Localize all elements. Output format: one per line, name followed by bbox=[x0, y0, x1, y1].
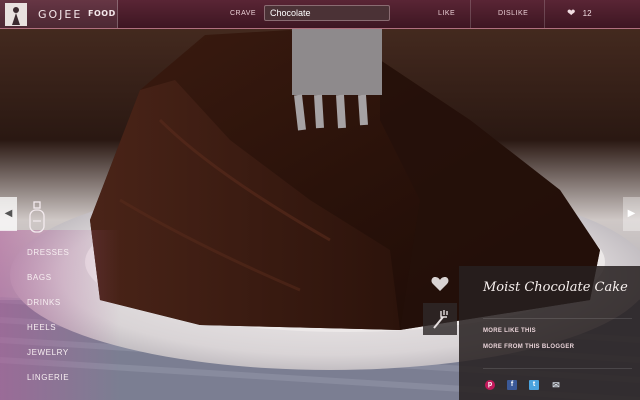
chevron-right-icon: ▶ bbox=[627, 208, 636, 219]
panel-title: Moist Chocolate Cake bbox=[483, 280, 628, 295]
category-drinks[interactable]: DRINKS bbox=[27, 298, 61, 307]
brand-section: FOOD bbox=[88, 9, 116, 18]
twitter-icon[interactable]: t bbox=[529, 380, 539, 390]
category-heels[interactable]: HEELS bbox=[27, 323, 56, 332]
top-bar: GOJEE FOOD CRAVE Chocolate LIKE DISLIKE … bbox=[0, 0, 640, 29]
category-jewelry[interactable]: JEWELRY bbox=[27, 348, 69, 357]
chevron-left-icon: ◀ bbox=[4, 208, 13, 219]
info-panel: Moist Chocolate Cake MORE LIKE THIS MORE… bbox=[459, 266, 640, 400]
brand-name: GOJEE bbox=[38, 8, 83, 21]
category-bags[interactable]: BAGS bbox=[27, 273, 52, 282]
crave-search-input[interactable]: Chocolate bbox=[264, 5, 390, 21]
divider bbox=[483, 368, 632, 369]
more-from-blogger-link[interactable]: MORE FROM THIS BLOGGER bbox=[483, 344, 574, 350]
like-count-value: 12 bbox=[582, 9, 592, 18]
more-like-this-link[interactable]: MORE LIKE THIS bbox=[483, 328, 536, 334]
like-count[interactable]: ❤ 12 bbox=[567, 8, 592, 19]
next-arrow[interactable]: ▶ bbox=[623, 197, 640, 231]
fork-button[interactable] bbox=[423, 303, 457, 335]
email-icon[interactable]: ✉ bbox=[551, 380, 561, 390]
like-button[interactable]: LIKE bbox=[438, 10, 455, 17]
perfume-bottle-icon bbox=[29, 201, 45, 233]
heart-icon: ❤ bbox=[567, 8, 576, 19]
logo[interactable]: GOJEE FOOD bbox=[0, 0, 118, 28]
divider bbox=[483, 318, 632, 319]
logo-figure-icon bbox=[5, 3, 27, 26]
pinterest-icon[interactable]: p bbox=[485, 380, 495, 390]
category-lingerie[interactable]: LINGERIE bbox=[27, 373, 69, 382]
fork-icon bbox=[433, 310, 448, 329]
heart-button[interactable] bbox=[423, 268, 457, 300]
crave-label: CRAVE bbox=[230, 10, 257, 17]
divider bbox=[544, 0, 545, 28]
prev-arrow[interactable]: ◀ bbox=[0, 197, 17, 231]
dislike-button[interactable]: DISLIKE bbox=[498, 10, 528, 17]
heart-icon bbox=[431, 277, 449, 291]
facebook-icon[interactable]: f bbox=[507, 380, 517, 390]
divider bbox=[470, 0, 471, 28]
category-dresses[interactable]: DRESSES bbox=[27, 248, 69, 257]
